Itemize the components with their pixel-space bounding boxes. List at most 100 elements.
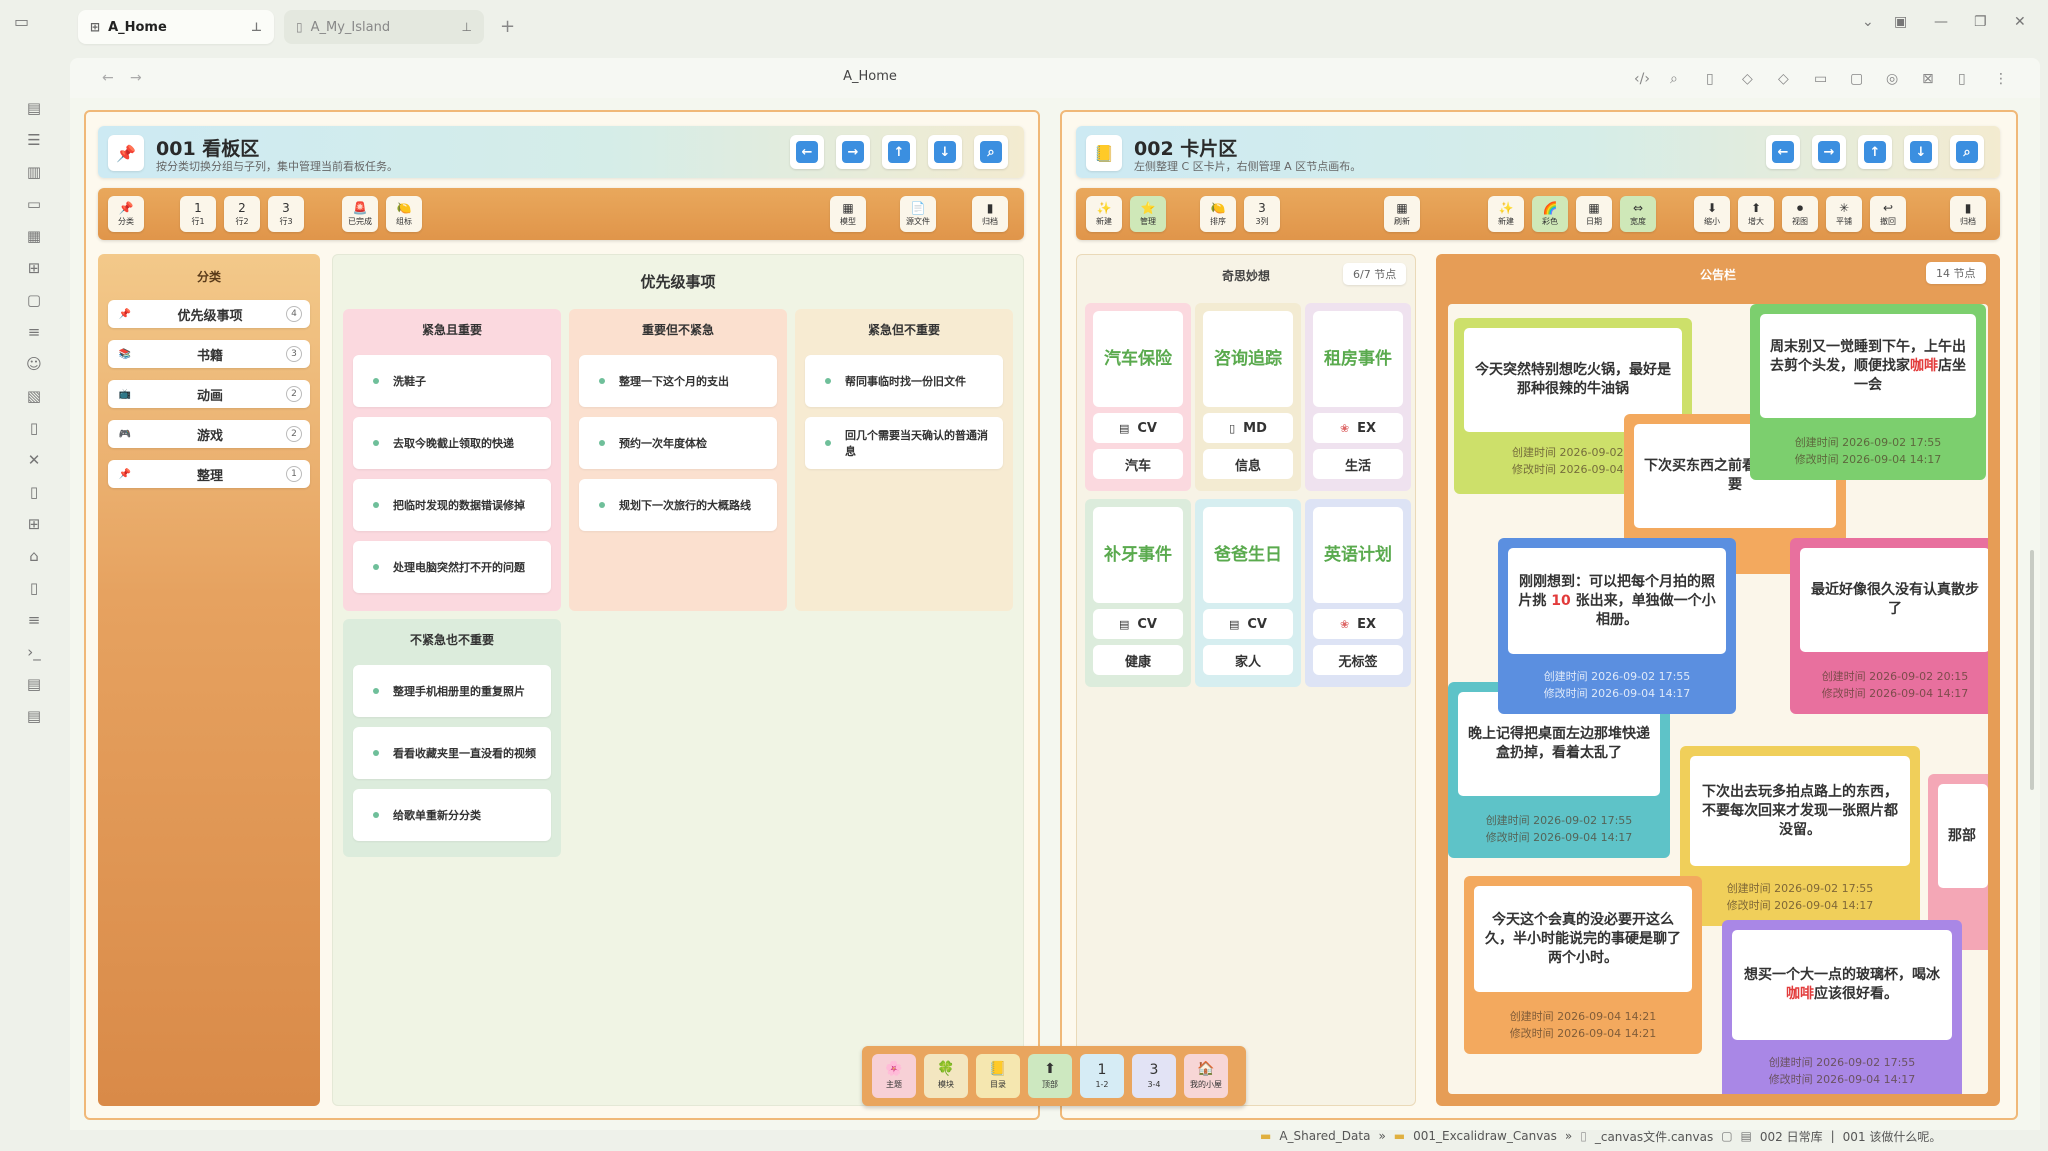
toolbar-row1-button[interactable]: 1 行1 (180, 196, 216, 232)
toolbar-shrink-button[interactable]: ⬇ 缩小 (1694, 196, 1730, 232)
toolbar-tile-button[interactable]: ✳ 平铺 (1826, 196, 1862, 232)
note-card[interactable]: 今天这个会真的没必要开这么久，半小时能说完的事硬是聊了两个小时。 创建时间 20… (1464, 876, 1702, 1054)
sidebar-toggle-icon[interactable]: ▭ (14, 12, 29, 31)
move-down-button[interactable]: ↓ (1904, 135, 1938, 169)
note-card[interactable]: 下次出去玩多拍点路上的东西，不要每次回来才发现一张照片都没留。 创建时间 202… (1680, 746, 1920, 926)
archive-icon[interactable]: ▭ (24, 194, 44, 214)
category-item-books[interactable]: 📚 书籍 3 (108, 340, 310, 368)
layout-icon[interactable]: ▣ (1894, 14, 1907, 30)
breadcrumb-item[interactable]: _canvas文件.canvas (1595, 1128, 1713, 1145)
monitor-icon[interactable]: ▭ (1814, 71, 1827, 87)
toolbar-undo-button[interactable]: ↩ 撤回 (1870, 196, 1906, 232)
toolbar-new-button[interactable]: ✨ 新建 (1086, 196, 1122, 232)
toolbar-grow-button[interactable]: ⬆ 增大 (1738, 196, 1774, 232)
toolbar-view-button[interactable]: ⏺ 视图 (1782, 196, 1818, 232)
tab-a-my-island[interactable]: ▯ A_My_Island ⊥ (284, 10, 484, 44)
bookmark-add-icon[interactable]: ▯ (1706, 71, 1714, 87)
dock-1-2-button[interactable]: 1 1-2 (1080, 1054, 1124, 1098)
outline-icon[interactable]: ☰ (24, 130, 44, 150)
toolbar-row2-button[interactable]: 2 行2 (224, 196, 260, 232)
close-box-icon[interactable]: ⊠ (1922, 71, 1934, 87)
terminal-icon[interactable]: ›_ (24, 642, 44, 662)
category-item-priority[interactable]: 📌 优先级事项 4 (108, 300, 310, 328)
new-tab-button[interactable]: + (500, 16, 515, 37)
move-right-button[interactable]: → (1812, 135, 1846, 169)
idea-card[interactable]: 汽车保险 ▤ CV 汽车 (1085, 303, 1191, 491)
toolbar-archive-button[interactable]: ▮ 归档 (972, 196, 1008, 232)
minimize-button[interactable]: — (1934, 14, 1948, 30)
toolbar-3col-button[interactable]: 3 3列 (1244, 196, 1280, 232)
toolbar-width-button[interactable]: ⇔ 宽度 (1620, 196, 1656, 232)
pin-icon[interactable]: ⊥ (251, 20, 262, 34)
toolbar-done-button[interactable]: 🚨 已完成 (342, 196, 378, 232)
category-item-games[interactable]: 🎮 游戏 2 (108, 420, 310, 448)
tab-a-home[interactable]: ⊞ A_Home ⊥ (78, 10, 274, 44)
back-button[interactable]: ← (102, 70, 114, 86)
close-button[interactable]: ✕ (2014, 14, 2026, 30)
book-icon[interactable]: ▥ (24, 162, 44, 182)
task-item[interactable]: 回几个需要当天确认的普通消息 (805, 417, 1003, 469)
scrollbar[interactable] (2030, 550, 2034, 790)
trash-icon[interactable]: ▯ (24, 418, 44, 438)
status-item[interactable]: 001 该做什么呢。 (1843, 1128, 1942, 1145)
dock-top-button[interactable]: ⬆ 顶部 (1028, 1054, 1072, 1098)
grid-icon[interactable]: ⊞ (24, 514, 44, 534)
breadcrumb-item[interactable]: 001_Excalidraw_Canvas (1413, 1129, 1557, 1143)
dock-module-button[interactable]: 🍀 模块 (924, 1054, 968, 1098)
table-icon[interactable]: ▤ (24, 706, 44, 726)
pin-icon[interactable]: ⊥ (462, 20, 472, 34)
note-card[interactable]: 想买一个大一点的玻璃杯，喝冰咖啡应该很好看。 创建时间 2026-09-02 1… (1722, 920, 1962, 1094)
task-item[interactable]: 洗鞋子 (353, 355, 551, 407)
toolbar-sort-button[interactable]: 🍋 排序 (1200, 196, 1236, 232)
list-icon[interactable]: ≡ (24, 322, 44, 342)
toolbar-archive-button[interactable]: ▮ 归档 (1950, 196, 1986, 232)
task-item[interactable]: 规划下一次旅行的大概路线 (579, 479, 777, 531)
bookmark-icon[interactable]: ▯ (24, 578, 44, 598)
smile-icon[interactable]: ☺ (24, 354, 44, 374)
task-item[interactable]: 帮同事临时找一份旧文件 (805, 355, 1003, 407)
idea-card[interactable]: 租房事件 ❀ EX 生活 (1305, 303, 1411, 491)
toolbar-manage-button[interactable]: ⭐ 管理 (1130, 196, 1166, 232)
category-item-organize[interactable]: 📌 整理 1 (108, 460, 310, 488)
toolbar-model-button[interactable]: ▦ 模型 (830, 196, 866, 232)
camera-icon[interactable]: ◎ (1886, 71, 1898, 87)
note-card[interactable]: 周末别又一觉睡到下午，上午出去剪个头发，顺便找家咖啡店坐一会 创建时间 2026… (1750, 304, 1986, 480)
task-item[interactable]: 给歌单重新分分类 (353, 789, 551, 841)
task-item[interactable]: 去取今晚截止领取的快递 (353, 417, 551, 469)
forward-button[interactable]: → (130, 70, 142, 86)
arrow-left-icon[interactable]: ◇ (1742, 71, 1753, 87)
map-icon[interactable]: ▤ (24, 98, 44, 118)
trash-icon[interactable]: ▯ (24, 482, 44, 502)
more-icon[interactable]: ⋮ (1994, 71, 2008, 87)
dock-3-4-button[interactable]: 3 3-4 (1132, 1054, 1176, 1098)
calendar-icon[interactable]: ▦ (24, 226, 44, 246)
category-item-anime[interactable]: 📺 动画 2 (108, 380, 310, 408)
arrow-right-icon[interactable]: ◇ (1778, 71, 1789, 87)
dock-toc-button[interactable]: 📒 目录 (976, 1054, 1020, 1098)
task-item[interactable]: 整理一下这个月的支出 (579, 355, 777, 407)
bookmark-icon[interactable]: ▯ (1958, 71, 1966, 87)
table-icon[interactable]: ▤ (24, 674, 44, 694)
restore-button[interactable]: ❐ (1974, 14, 1987, 30)
lock-icon[interactable]: ▢ (1850, 71, 1863, 87)
toolbar-new-node-button[interactable]: ✨ 新建 (1488, 196, 1524, 232)
toolbar-color-button[interactable]: 🌈 彩色 (1532, 196, 1568, 232)
toolbar-source-button[interactable]: 📄 源文件 (900, 196, 936, 232)
toolbar-group-button[interactable]: 🍋 组标 (386, 196, 422, 232)
tools-icon[interactable]: ✕ (24, 450, 44, 470)
move-left-button[interactable]: ← (790, 135, 824, 169)
image-icon[interactable]: ▧ (24, 386, 44, 406)
chevron-down-icon[interactable]: ⌄ (1862, 14, 1874, 30)
note-icon[interactable]: ▢ (24, 290, 44, 310)
zoom-button[interactable]: ⌕ (974, 135, 1008, 169)
home-icon[interactable]: ⌂ (24, 546, 44, 566)
move-down-button[interactable]: ↓ (928, 135, 962, 169)
zoom-button[interactable]: ⌕ (1950, 135, 1984, 169)
move-left-button[interactable]: ← (1766, 135, 1800, 169)
toolbar-row3-button[interactable]: 3 行3 (268, 196, 304, 232)
code-icon[interactable]: ‹/› (1634, 71, 1650, 87)
move-up-button[interactable]: ↑ (1858, 135, 1892, 169)
task-item[interactable]: 处理电脑突然打不开的问题 (353, 541, 551, 593)
grid-icon[interactable]: ⊞ (24, 258, 44, 278)
idea-card[interactable]: 爸爸生日 ▤ CV 家人 (1195, 499, 1301, 687)
